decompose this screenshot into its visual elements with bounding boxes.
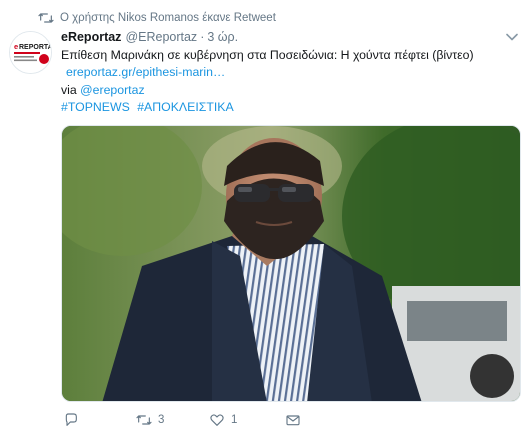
- tweet-header: eReportaz @EReportaz · 3 ώρ.: [61, 29, 238, 45]
- photo-man-in-sunglasses: [62, 126, 520, 401]
- reply-icon: [65, 413, 77, 426]
- tweet[interactable]: Ο χρήστης Nikos Romanos έκανε Retweet e …: [0, 0, 530, 438]
- envelope-icon: [286, 415, 300, 426]
- hashtag-topnews[interactable]: #TOPNEWS: [61, 100, 130, 114]
- svg-text:e: e: [14, 42, 18, 51]
- author-name[interactable]: eReportaz: [61, 30, 121, 44]
- reply-button[interactable]: [63, 412, 85, 428]
- retweet-button[interactable]: 3: [136, 412, 164, 428]
- tweet-link-line: ereportaz.gr/epithesi-marin…: [66, 64, 225, 81]
- retweet-context: Ο χρήστης Nikos Romanos έκανε Retweet: [38, 10, 276, 26]
- author-handle[interactable]: @EReportaz: [125, 30, 197, 44]
- retweet-count: 3: [158, 414, 165, 426]
- avatar[interactable]: e REPORTAZ: [9, 31, 52, 74]
- hashtag-apokleistika[interactable]: #ΑΠΟΚΛΕΙΣΤΙΚΑ: [137, 100, 233, 114]
- heart-icon: [210, 414, 224, 426]
- via-prefix: via: [61, 83, 77, 97]
- tweet-actions: 3 1: [61, 410, 521, 430]
- via-mention[interactable]: @ereportaz: [80, 83, 144, 97]
- tweet-text: Επίθεση Μαρινάκη σε κυβέρνηση στα Ποσειδ…: [61, 48, 474, 62]
- retweet-context-text[interactable]: Ο χρήστης Nikos Romanos έκανε Retweet: [60, 12, 276, 24]
- ereportaz-logo: e REPORTAZ: [10, 32, 52, 73]
- tweet-timestamp[interactable]: 3 ώρ.: [207, 30, 238, 44]
- retweet-icon: [38, 13, 54, 23]
- chevron-down-icon[interactable]: [506, 33, 518, 41]
- tweet-photo[interactable]: [61, 125, 521, 402]
- separator-dot: ·: [200, 30, 205, 44]
- hashtags: #TOPNEWS #ΑΠΟΚΛΕΙΣΤΙΚΑ: [61, 99, 238, 116]
- like-button[interactable]: 1: [209, 412, 237, 428]
- direct-message-button[interactable]: [285, 412, 307, 428]
- article-link[interactable]: ereportaz.gr/epithesi-marin…: [66, 65, 225, 79]
- svg-text:REPORTAZ: REPORTAZ: [19, 44, 52, 51]
- retweet-action-icon: [136, 415, 152, 425]
- via-line: via @ereportaz: [61, 82, 145, 99]
- like-count: 1: [231, 414, 238, 426]
